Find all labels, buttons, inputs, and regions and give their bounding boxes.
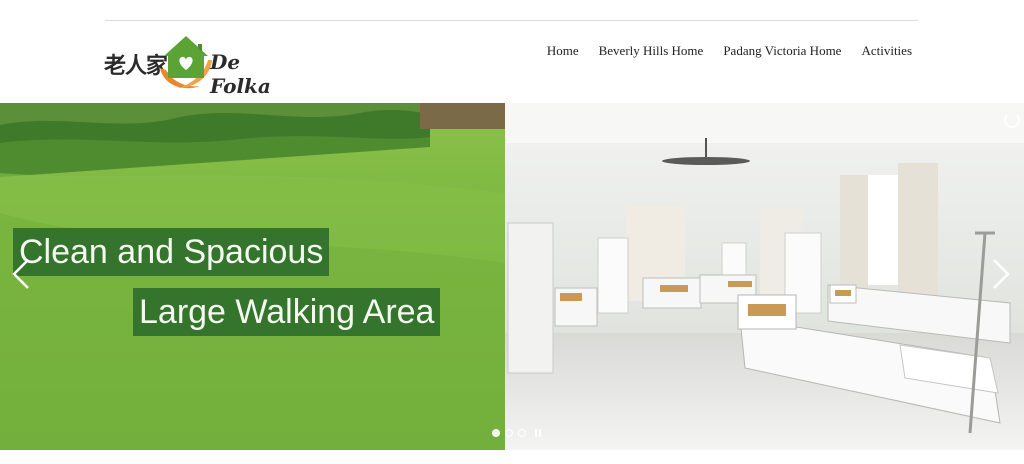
spinner-icon (1004, 112, 1020, 128)
slider-image (0, 103, 1024, 450)
site-logo[interactable]: 老人家 De Folka (104, 30, 294, 98)
nav-beverly-hills-home[interactable]: Beverly Hills Home (599, 43, 704, 59)
main-navigation: Home Beverly Hills Home Padang Victoria … (547, 43, 912, 59)
nav-home[interactable]: Home (547, 43, 579, 59)
slider-pagination (492, 429, 541, 437)
slider-dot-3[interactable] (518, 429, 526, 437)
nav-activities[interactable]: Activities (861, 43, 912, 59)
logo-brand-text: De Folka (210, 50, 271, 98)
slider-dot-1[interactable] (492, 429, 500, 437)
pause-icon[interactable] (535, 429, 541, 437)
chevron-left-icon[interactable] (10, 258, 32, 290)
slider-dot-2[interactable] (505, 429, 513, 437)
image-slider[interactable]: Clean and Spacious Large Walking Area (0, 103, 1024, 450)
slider-caption-primary: Clean and Spacious (13, 228, 330, 276)
nav-padang-victoria-home[interactable]: Padang Victoria Home (723, 43, 841, 59)
slider-caption-secondary: Large Walking Area (133, 288, 441, 336)
chevron-right-icon[interactable] (990, 258, 1012, 290)
top-divider (105, 20, 918, 21)
house-hands-logo-icon (160, 36, 212, 89)
